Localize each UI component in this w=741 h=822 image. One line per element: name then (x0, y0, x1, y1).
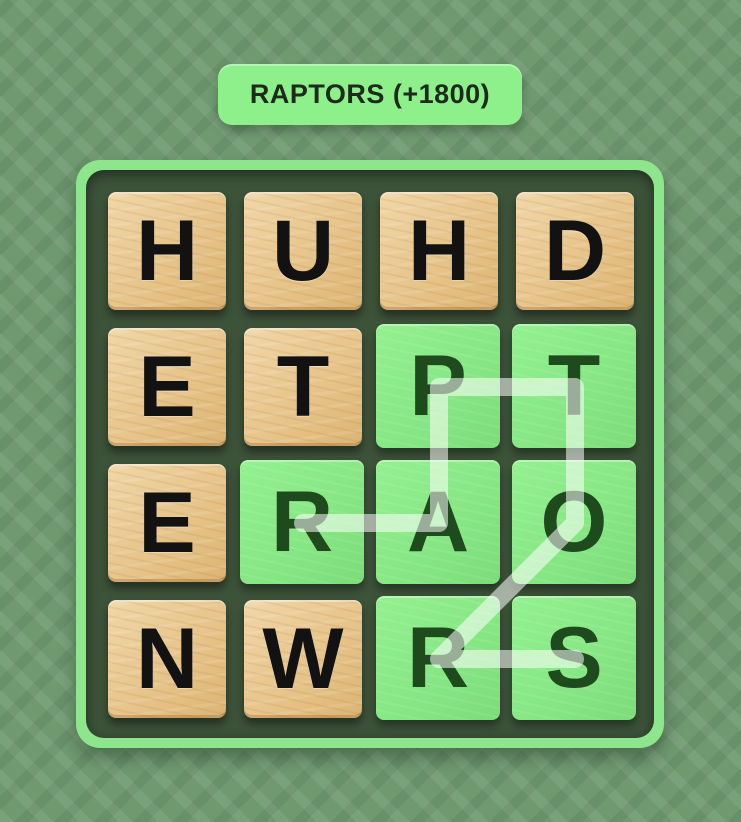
letter-tile-r0-c1[interactable]: U (244, 192, 362, 310)
letter-tile-r3-c2[interactable]: R (376, 596, 500, 720)
letter-tile-r2-c0[interactable]: E (108, 464, 226, 582)
letter-tile-r3-c3[interactable]: S (512, 596, 636, 720)
letter-tile-r2-c3[interactable]: O (512, 460, 636, 584)
letter-tile-r0-c0[interactable]: H (108, 192, 226, 310)
letter-board: HUHDETPTERAONWRS (86, 170, 654, 738)
letter-tile-r3-c1[interactable]: W (244, 600, 362, 718)
letter-tile-r2-c1[interactable]: R (240, 460, 364, 584)
letter-tile-r1-c2[interactable]: P (376, 324, 500, 448)
letter-tile-r0-c2[interactable]: H (380, 192, 498, 310)
found-word-badge: RAPTORS (+1800) (218, 64, 522, 125)
letter-tile-r1-c1[interactable]: T (244, 328, 362, 446)
letter-tile-r0-c3[interactable]: D (516, 192, 634, 310)
letter-tile-r1-c3[interactable]: T (512, 324, 636, 448)
letter-tile-r1-c0[interactable]: E (108, 328, 226, 446)
letter-tile-r3-c0[interactable]: N (108, 600, 226, 718)
letter-tile-r2-c2[interactable]: A (376, 460, 500, 584)
